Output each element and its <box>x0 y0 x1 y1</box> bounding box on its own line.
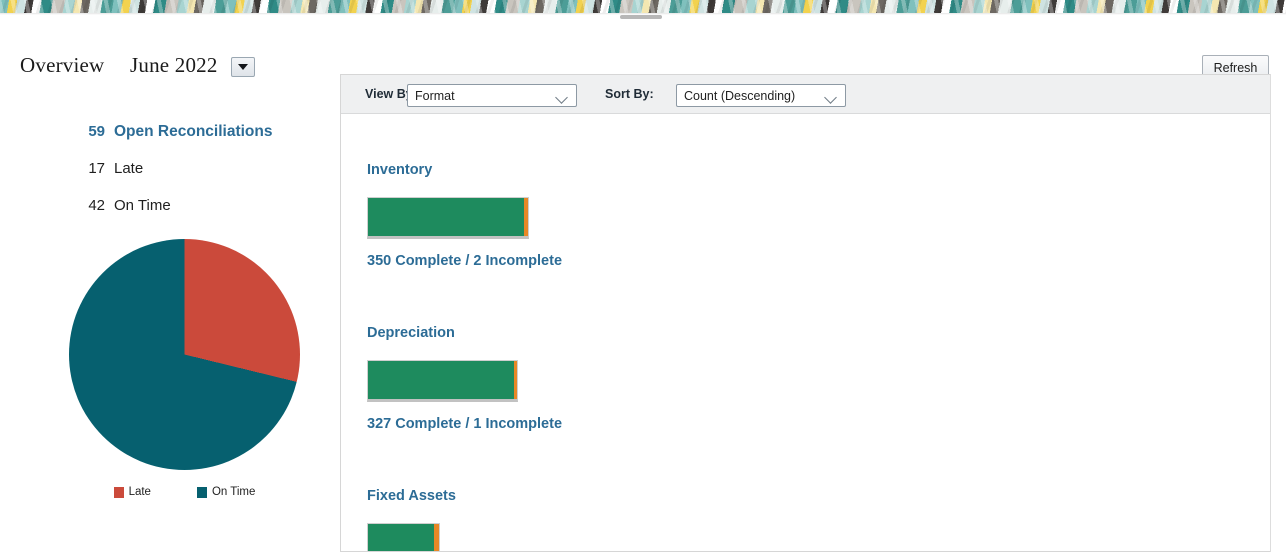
page-title: Overview <box>20 53 105 77</box>
format-name: Inventory <box>367 162 433 178</box>
bar-segment-incomplete <box>434 524 439 551</box>
stat-open-reconciliations[interactable]: 59 Open Reconciliations <box>81 123 272 141</box>
stat-count: 17 <box>88 160 105 177</box>
view-by-value: Format <box>415 88 455 103</box>
drag-handle[interactable] <box>620 15 662 19</box>
chevron-down-icon <box>555 89 569 103</box>
bar-segment-incomplete <box>514 361 517 399</box>
bar-segment-incomplete <box>524 198 528 236</box>
stat-label: Late <box>114 160 144 177</box>
format-name: Fixed Assets <box>367 488 456 504</box>
completion-bar[interactable] <box>367 523 440 551</box>
view-by-select[interactable]: Format <box>407 84 577 107</box>
stat-late[interactable]: 17 Late <box>81 160 143 177</box>
legend-swatch-on-time <box>196 486 207 498</box>
chevron-down-icon <box>824 89 838 103</box>
legend-item-on-time[interactable]: On Time <box>196 486 256 498</box>
bar-segment-complete <box>368 198 524 236</box>
format-group[interactable]: Fixed Assets <box>341 488 1241 551</box>
completion-bar[interactable] <box>367 197 529 239</box>
bar-segment-complete <box>368 361 514 399</box>
completion-bar-track <box>368 361 517 399</box>
summary-pane: 59 Open Reconciliations 17 Late 42 On Ti… <box>0 110 330 552</box>
banner-texture <box>0 0 1288 13</box>
decorative-banner <box>0 0 1288 13</box>
stat-count: 42 <box>88 197 105 214</box>
stat-label: On Time <box>114 197 171 214</box>
stat-label: Open Reconciliations <box>114 123 273 140</box>
status-pie-chart[interactable] <box>69 239 300 470</box>
completion-bar[interactable] <box>367 360 518 402</box>
completion-bar-track <box>368 524 439 551</box>
format-caption: 327 Complete / 1 Incomplete <box>367 416 563 432</box>
format-group[interactable]: Depreciation 327 Complete / 1 Incomplete <box>341 325 1241 432</box>
legend-label: On Time <box>211 486 256 498</box>
bar-segment-complete <box>368 524 434 551</box>
page-header: Overview June 2022 Refresh <box>0 24 1288 81</box>
format-caption: 350 Complete / 2 Incomplete <box>367 253 563 269</box>
format-name: Depreciation <box>367 325 455 341</box>
sort-by-label: Sort By: <box>605 87 654 101</box>
pie-slices <box>69 239 300 470</box>
stat-count: 59 <box>88 123 105 140</box>
legend-label: Late <box>128 486 151 498</box>
sort-by-select[interactable]: Count (Descending) <box>676 84 846 107</box>
sort-by-value: Count (Descending) <box>684 88 796 103</box>
app-root: Overview June 2022 Refresh 59 Open Recon… <box>0 0 1288 552</box>
format-group[interactable]: Inventory 350 Complete / 2 Incomplete <box>341 162 1241 269</box>
caret-down-icon <box>238 64 248 70</box>
formats-scroll-area: Inventory 350 Complete / 2 Incomplete Depr… <box>341 114 1287 551</box>
stat-on-time[interactable]: 42 On Time <box>81 197 171 214</box>
period-dropdown-button[interactable] <box>231 57 255 77</box>
legend-item-late[interactable]: Late <box>113 486 151 498</box>
pie-legend: Late On Time <box>69 484 300 500</box>
legend-swatch-late <box>113 486 124 498</box>
panel-toolbar: View By: Format Sort By: Count (Descendi… <box>341 75 1287 114</box>
formats-panel: View By: Format Sort By: Count (Descendi… <box>340 74 1288 552</box>
completion-bar-track <box>368 198 528 236</box>
period-label: June 2022 <box>130 53 218 77</box>
